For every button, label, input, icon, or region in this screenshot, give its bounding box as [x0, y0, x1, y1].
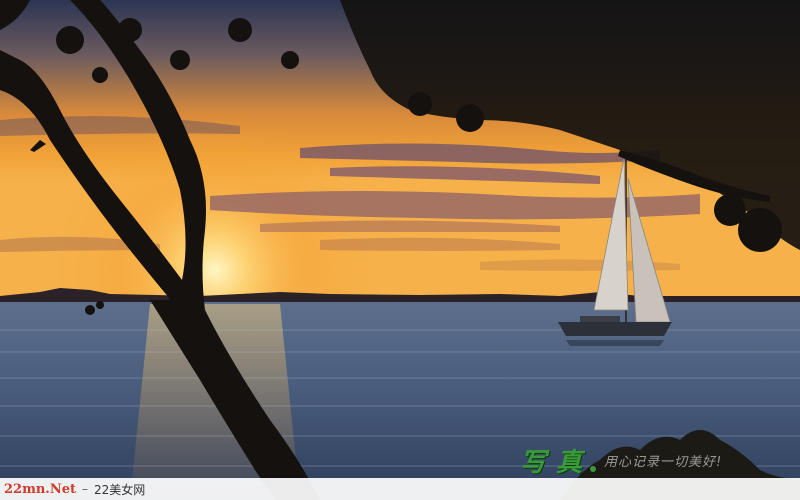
watermark-stamp-small: 用心记录一切美好! [604, 454, 723, 470]
watermark-footer: 22mn.Net – 22美女网 [0, 478, 800, 500]
watermark-dot [590, 466, 597, 472]
watermark-site-url[interactable]: 22mn.Net [4, 482, 76, 497]
boat-hull [558, 322, 672, 336]
watermark-stamp-big: 写真 [520, 447, 593, 478]
photo-scene: 写真 用心记录一切美好! 22mn.Net – 22美女网 [0, 0, 800, 500]
sunset-photo [0, 0, 800, 500]
watermark-stamp: 写真 用心记录一切美好! [520, 440, 722, 480]
watermark-separator: – [81, 482, 88, 496]
watermark-site-name: 22美女网 [93, 482, 146, 497]
